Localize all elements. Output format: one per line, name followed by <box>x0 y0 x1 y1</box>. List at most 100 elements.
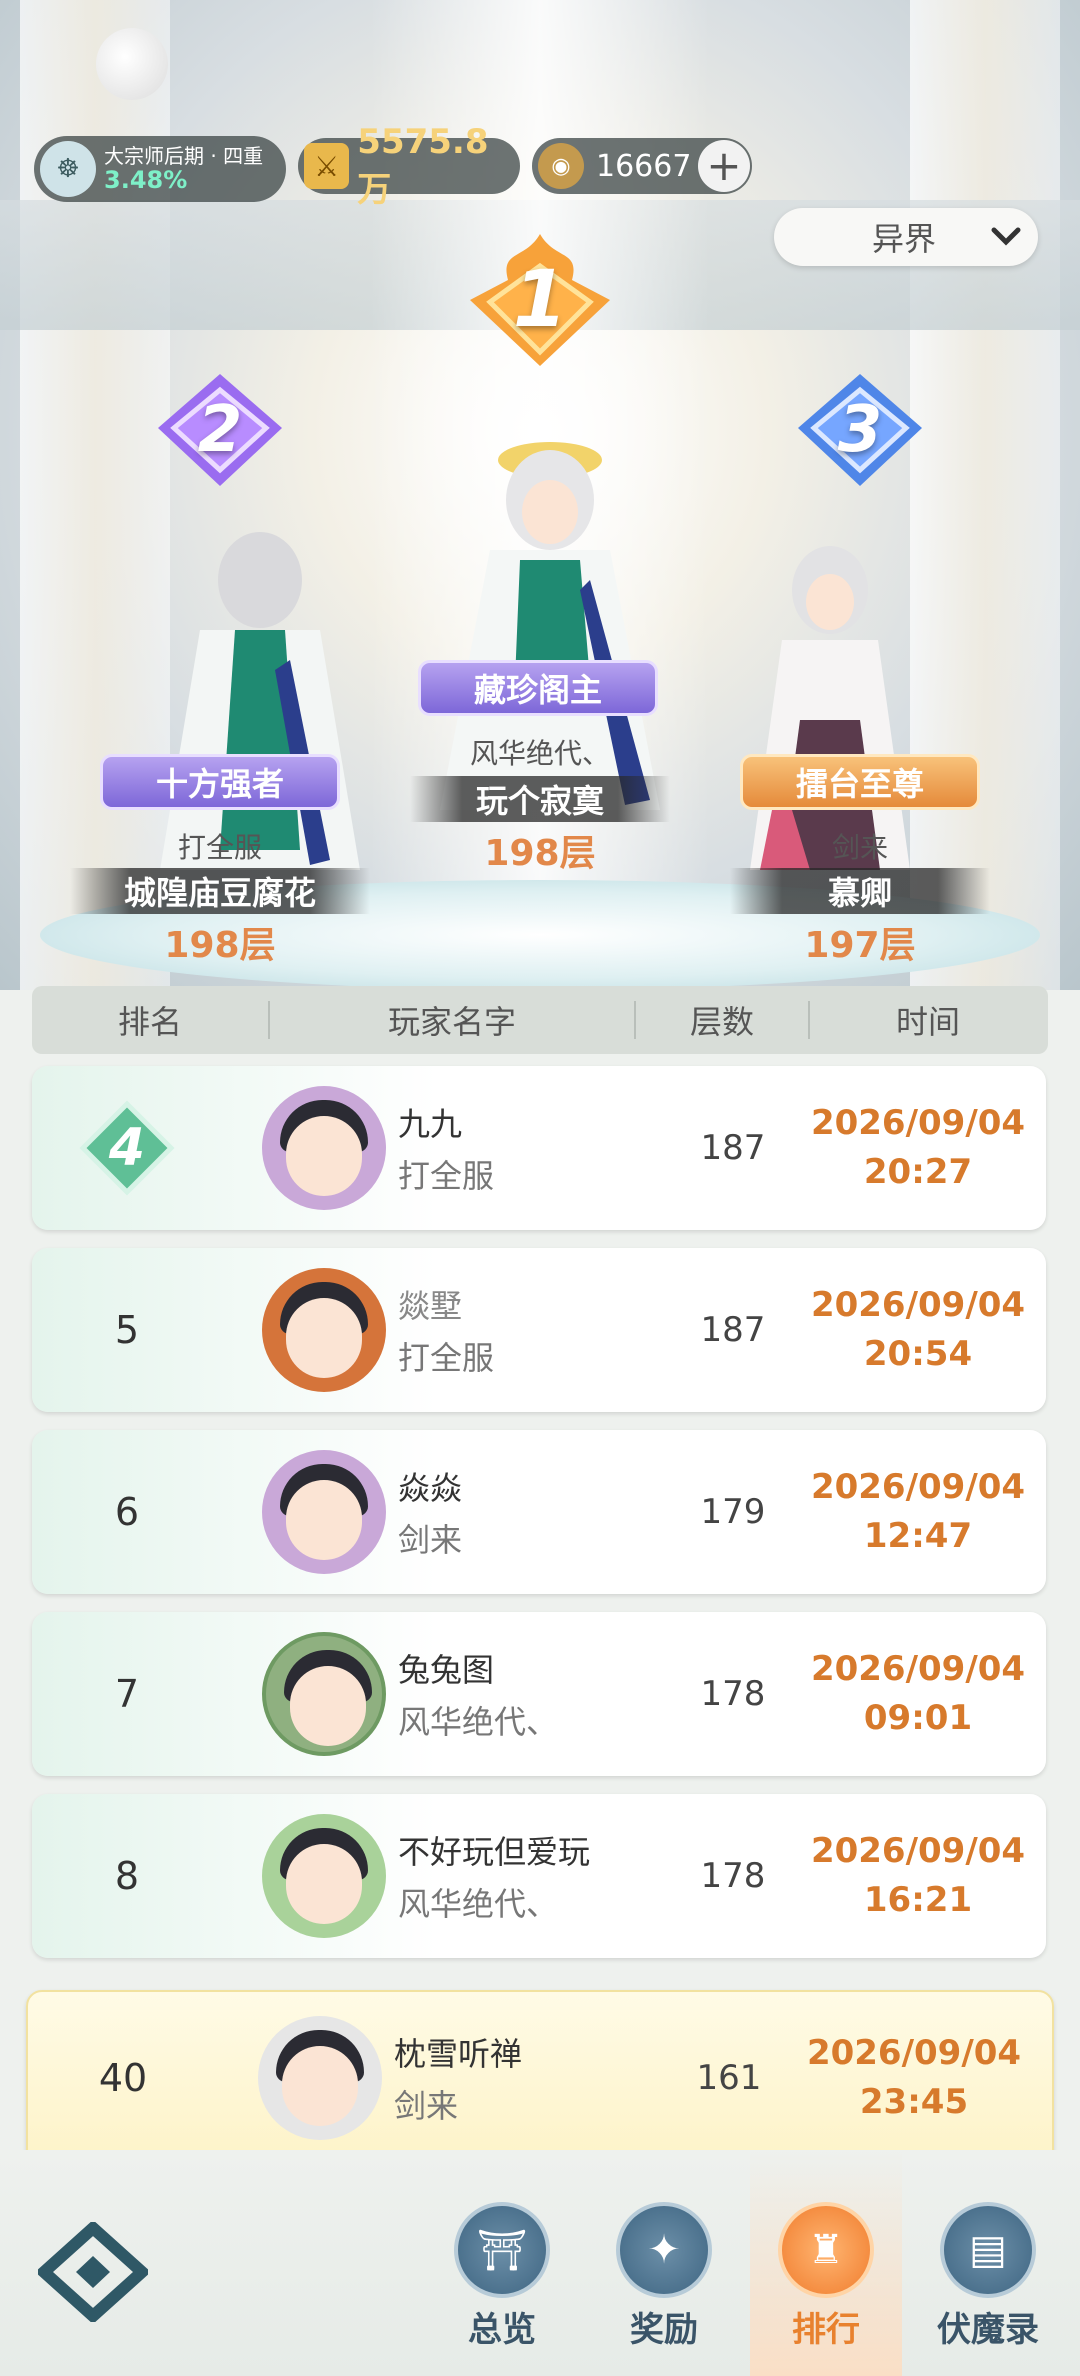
date-value: 2026/09/04 <box>810 1648 1026 1689</box>
player-name: 兔兔图 <box>398 1651 495 1689</box>
rank-value: 40 <box>98 2056 148 2100</box>
time-cell: 2026/09/04 16:21 <box>808 1827 1028 1926</box>
avatar[interactable] <box>262 1814 386 1938</box>
rank-value: 8 <box>114 1854 140 1898</box>
header-time: 时间 <box>895 1003 960 1041</box>
avatar[interactable] <box>258 2016 382 2140</box>
player-server: 风华绝代、 <box>398 1703 559 1741</box>
player-server: 打全服 <box>398 1339 495 1377</box>
rank-2-server: 打全服 <box>177 831 262 864</box>
time-value: 20:27 <box>863 1152 973 1192</box>
nav-rewards[interactable]: ✦ 奖励 <box>588 2150 740 2376</box>
power-value: 5575.8万 <box>357 121 489 210</box>
power-pill: ⚔ 5575.8万 <box>298 122 520 210</box>
date-value: 2026/09/04 <box>810 1102 1026 1143</box>
rank-3-title-tag: 擂台至尊 <box>740 754 980 810</box>
table-row[interactable]: 5 燚墅 打全服 187 2026/09/04 20:54 <box>32 1248 1046 1412</box>
rank-value: 7 <box>114 1672 140 1716</box>
swords-icon: ⚔ <box>304 143 350 189</box>
layers-value: 178 <box>700 1674 766 1714</box>
rank-1-badge: 1 <box>460 230 620 370</box>
time-value: 20:54 <box>863 1334 973 1374</box>
table-row[interactable]: 6 焱焱 剑来 179 2026/09/04 12:47 <box>32 1430 1046 1594</box>
rank-cell: 4 <box>32 1100 222 1196</box>
time-value: 12:47 <box>863 1516 973 1556</box>
avatar[interactable] <box>262 1450 386 1574</box>
scroll-icon: ▤ <box>940 2202 1036 2298</box>
date-value: 2026/09/04 <box>810 1830 1026 1871</box>
currency-value: 16667 <box>596 148 692 184</box>
rank-3-floor: 197层 <box>804 925 916 966</box>
date-value: 2026/09/04 <box>806 2032 1022 2073</box>
time-value: 16:21 <box>863 1880 973 1920</box>
date-value: 2026/09/04 <box>810 1466 1026 1507</box>
avatar[interactable] <box>262 1086 386 1210</box>
layers-value: 178 <box>700 1856 766 1896</box>
player-server: 打全服 <box>398 1157 495 1195</box>
header-player-name: 玩家名字 <box>387 1003 516 1041</box>
pagoda-icon: ⛩ <box>454 2202 550 2298</box>
bottom-navigation: ⛩ 总览 ✦ 奖励 ♜ 排行 ▤ 伏魔录 <box>0 2150 1080 2376</box>
layers-value: 187 <box>700 1310 766 1350</box>
rank-1-server: 风华绝代、 <box>469 737 610 770</box>
nav-label: 奖励 <box>630 2310 698 2350</box>
my-rank-row[interactable]: 40 枕雪听禅 剑来 161 2026/09/04 23:45 <box>26 1990 1054 2166</box>
player-server: 风华绝代、 <box>398 1885 559 1923</box>
table-row[interactable]: 4 九九 打全服 187 2026/09/04 20:27 <box>32 1066 1046 1230</box>
realm-name: 大宗师后期 · 四重 <box>104 143 264 168</box>
coin-icon: ◉ <box>538 143 584 189</box>
time-cell: 2026/09/04 20:27 <box>808 1099 1028 1198</box>
player-server: 剑来 <box>394 2087 459 2125</box>
avatar[interactable] <box>262 1268 386 1392</box>
rank-4-badge: 4 <box>79 1100 175 1196</box>
header-layers: 层数 <box>689 1003 754 1041</box>
rank-3-server: 剑来 <box>831 831 888 864</box>
time-value: 09:01 <box>863 1698 973 1738</box>
gift-icon: ✦ <box>616 2202 712 2298</box>
rank-2-player-name[interactable]: 城隍庙豆腐花 <box>70 868 370 914</box>
moon-orb <box>96 28 168 100</box>
nav-ranking[interactable]: ♜ 排行 <box>750 2150 902 2376</box>
player-name: 燚墅 <box>398 1287 463 1325</box>
realm-filter-dropdown[interactable]: 异界 <box>774 208 1038 266</box>
ranking-icon: ♜ <box>778 2202 874 2298</box>
player-name: 九九 <box>398 1105 463 1143</box>
date-value: 2026/09/04 <box>810 1284 1026 1325</box>
layers-value: 187 <box>700 1128 766 1168</box>
add-currency-button[interactable]: + <box>698 140 750 192</box>
player-server: 剑来 <box>398 1521 463 1559</box>
player-name: 不好玩但爱玩 <box>398 1833 591 1871</box>
rank-2-title-tag: 十方强者 <box>100 754 340 810</box>
player-name: 枕雪听禅 <box>394 2035 523 2073</box>
time-cell: 2026/09/04 12:47 <box>808 1463 1028 1562</box>
realm-emblem-icon: ☸ <box>40 141 96 197</box>
time-value: 23:45 <box>859 2082 969 2122</box>
rank-value: 6 <box>114 1490 140 1534</box>
nav-label: 伏魔录 <box>937 2310 1039 2350</box>
nav-demon-record[interactable]: ▤ 伏魔录 <box>912 2150 1064 2376</box>
time-cell: 2026/09/04 09:01 <box>808 1645 1028 1744</box>
nav-label: 排行 <box>792 2310 860 2350</box>
menu-logo-icon[interactable] <box>35 2219 151 2325</box>
player-name: 焱焱 <box>398 1469 463 1507</box>
chevron-down-icon <box>988 219 1024 255</box>
rank-1-floor: 198层 <box>484 833 596 874</box>
nav-label: 总览 <box>468 2310 536 2350</box>
realm-status-pill[interactable]: ☸ 大宗师后期 · 四重 3.48% <box>34 136 286 202</box>
rank-3-player-name[interactable]: 慕卿 <box>730 868 990 914</box>
currency-pill: ◉ 16667 + <box>532 138 752 194</box>
table-row[interactable]: 7 兔兔图 风华绝代、 178 2026/09/04 09:01 <box>32 1612 1046 1776</box>
rank-1-title-tag: 藏珍阁主 <box>418 660 658 716</box>
layers-value: 161 <box>696 2058 762 2098</box>
rank-3-badge: 3 <box>790 370 930 490</box>
podium-stage: 1 2 3 藏珍阁主 风华绝代、 玩个寂寞 198层 十方强者 打全服 城隍庙豆… <box>0 0 1080 990</box>
leaderboard-header: 排名 玩家名字 层数 时间 <box>32 986 1048 1054</box>
table-row[interactable]: 8 不好玩但爱玩 风华绝代、 178 2026/09/04 16:21 <box>32 1794 1046 1958</box>
rank-1-player-name[interactable]: 玩个寂寞 <box>410 776 670 822</box>
rank-2-floor: 198层 <box>164 925 276 966</box>
layers-value: 179 <box>700 1492 766 1532</box>
nav-overview[interactable]: ⛩ 总览 <box>426 2150 578 2376</box>
time-cell: 2026/09/04 23:45 <box>804 2029 1024 2128</box>
avatar[interactable] <box>262 1632 386 1756</box>
time-cell: 2026/09/04 20:54 <box>808 1281 1028 1380</box>
